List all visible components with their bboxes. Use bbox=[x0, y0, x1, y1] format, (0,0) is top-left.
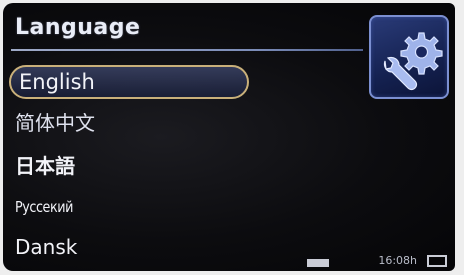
settings-tools-icon bbox=[383, 32, 443, 91]
screen: Language English 简体中文 日本語 Pycceкий Dansk bbox=[3, 3, 455, 271]
language-item-simplified-chinese[interactable]: 简体中文 bbox=[15, 107, 95, 136]
device-frame: Language English 简体中文 日本語 Pycceкий Dansk bbox=[0, 0, 464, 275]
battery-icon bbox=[427, 255, 447, 267]
status-indicator-icon bbox=[307, 259, 329, 267]
title-divider bbox=[11, 49, 363, 51]
language-item-danish[interactable]: Dansk bbox=[15, 235, 77, 259]
status-bar: 16:08h bbox=[287, 251, 447, 269]
language-item-russian[interactable]: Pycceкий bbox=[15, 198, 73, 216]
language-item-english[interactable]: English bbox=[9, 65, 249, 99]
settings-button[interactable] bbox=[369, 15, 449, 99]
status-time: 16:08h bbox=[378, 254, 417, 267]
language-item-japanese[interactable]: 日本語 bbox=[15, 150, 75, 179]
page-title: Language bbox=[15, 15, 141, 40]
